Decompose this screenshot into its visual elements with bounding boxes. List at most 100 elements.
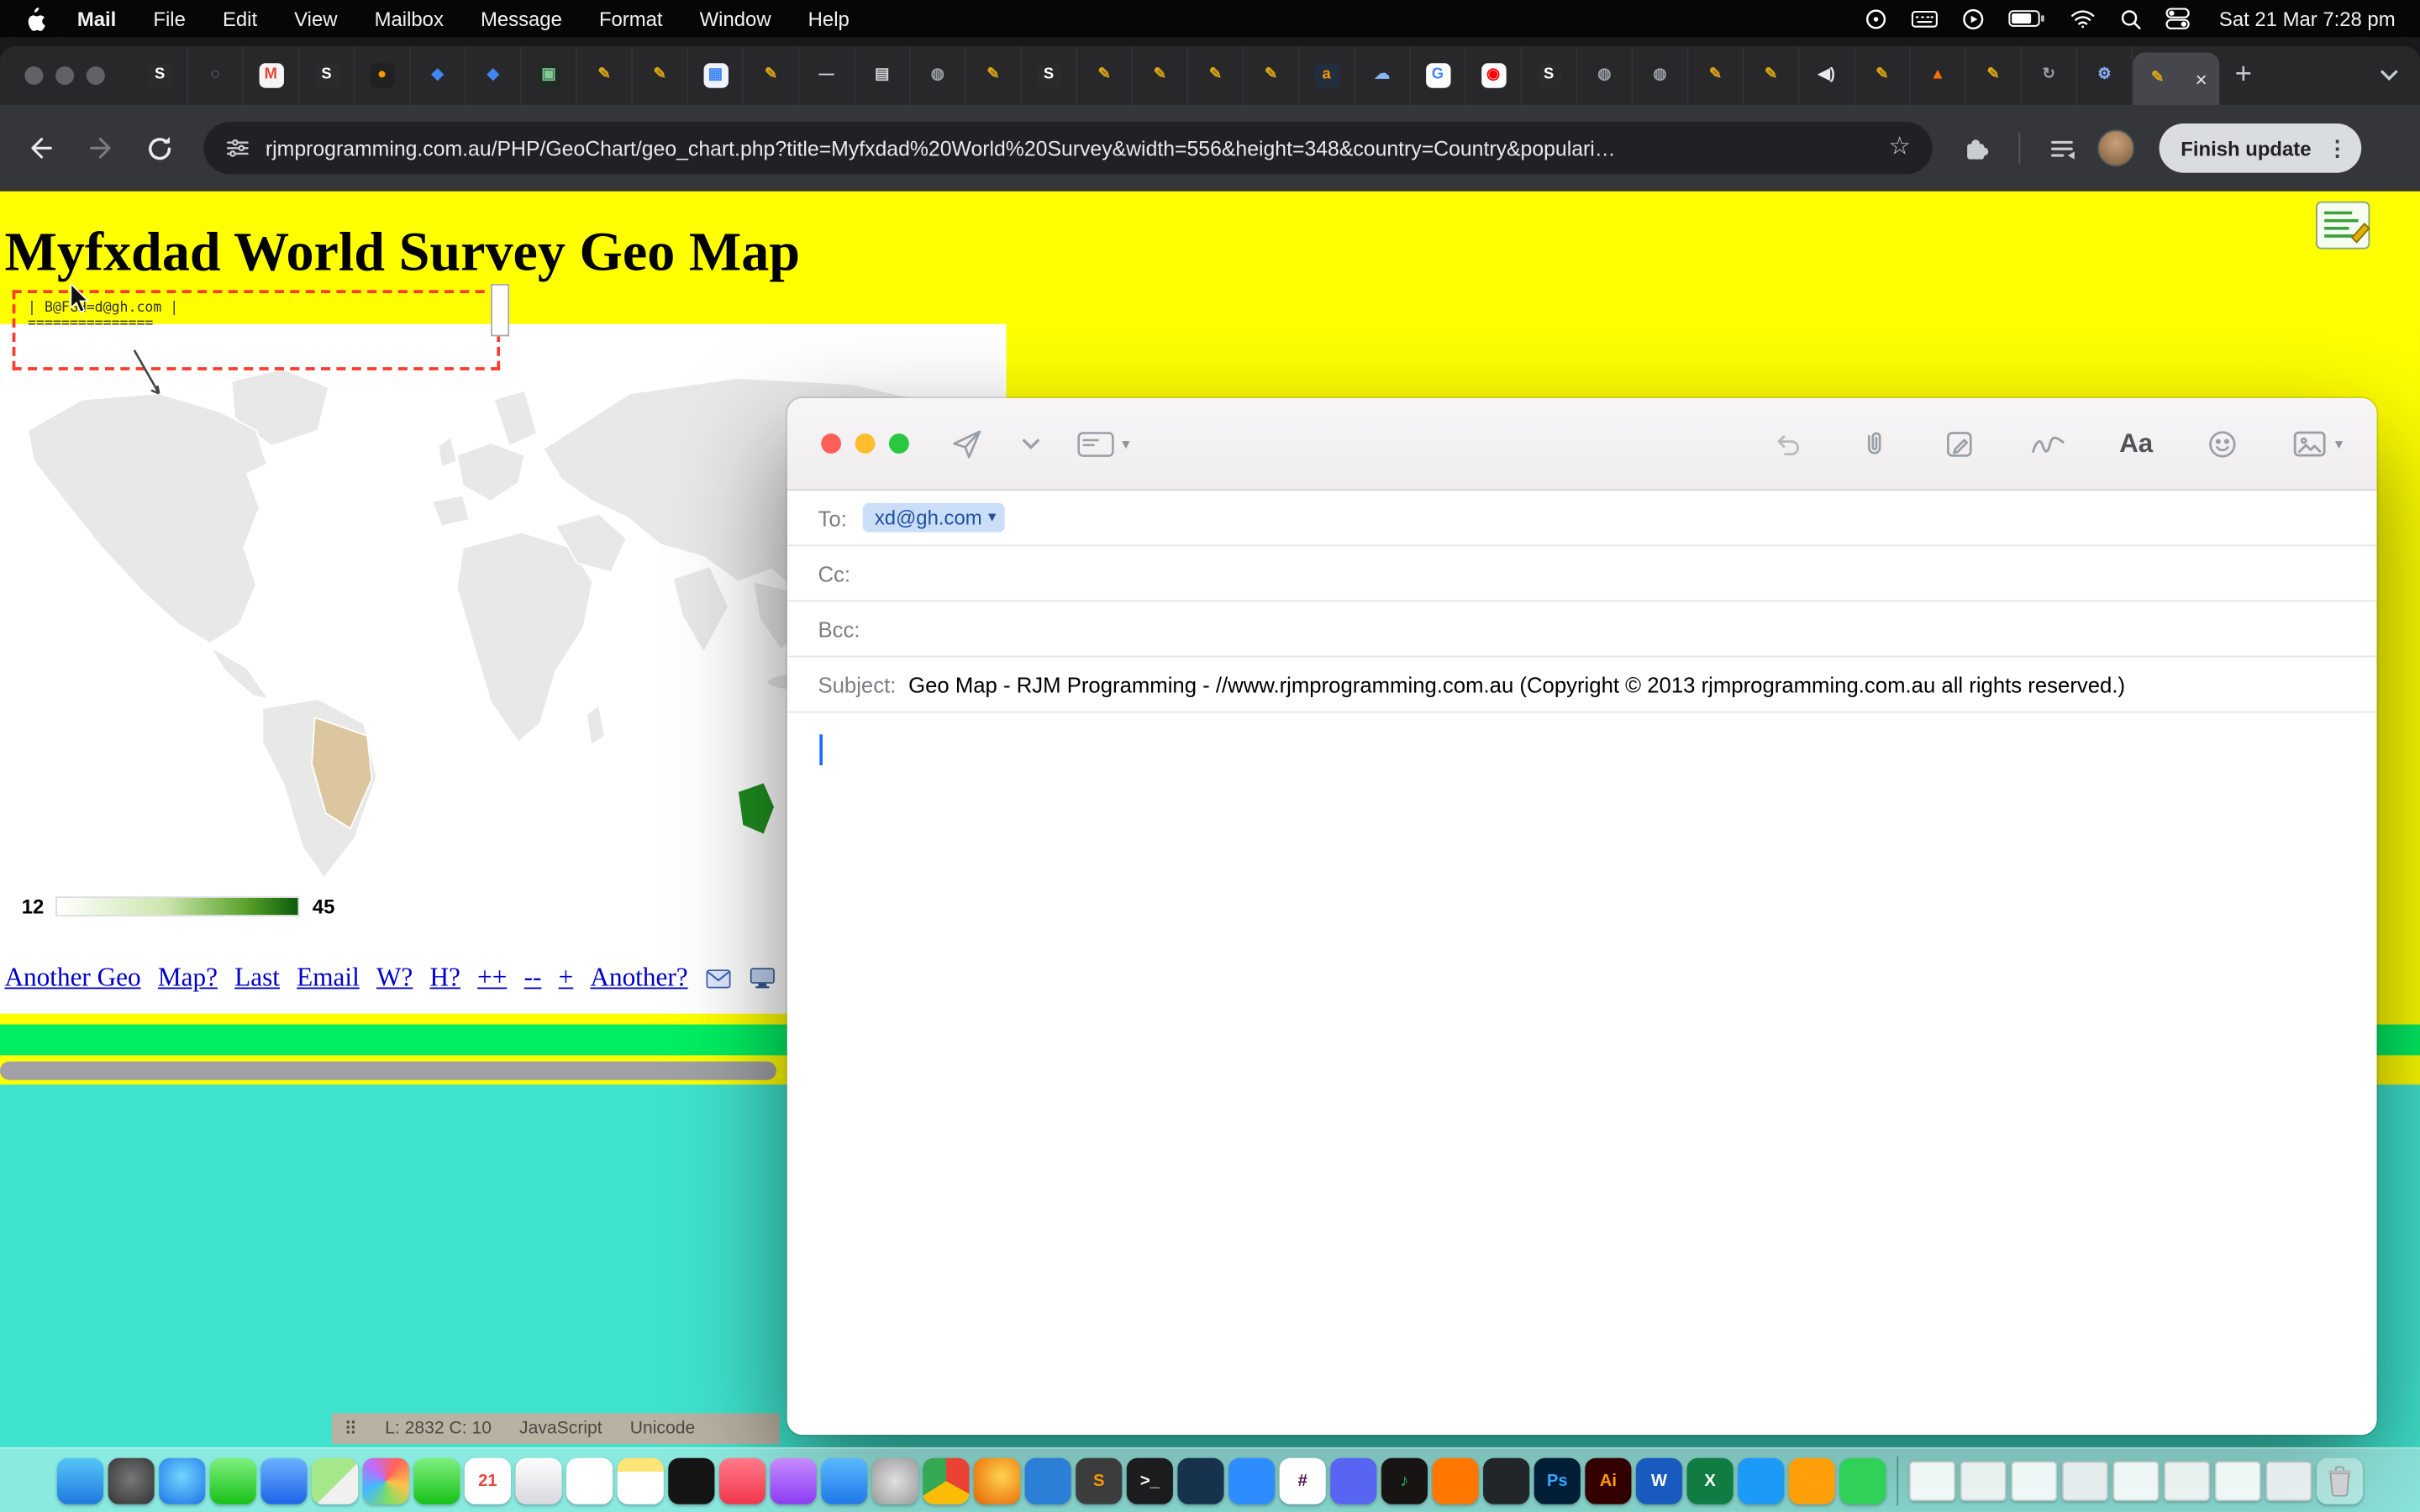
tooltip-scrollbar[interactable] (491, 284, 509, 336)
browser-tab[interactable]: ◆ (466, 46, 522, 105)
undo-icon[interactable] (1772, 429, 1806, 460)
dock-spotify-icon[interactable]: ♪ (1381, 1457, 1428, 1504)
dock-notes-icon[interactable] (618, 1457, 664, 1504)
to-field-row[interactable]: To: xd@gh.com ▾ (787, 491, 2377, 546)
apple-menu[interactable] (24, 5, 46, 31)
active-app-name[interactable]: Mail (77, 7, 116, 30)
reload-button[interactable] (136, 125, 182, 171)
format-button[interactable]: Aa (2119, 429, 2153, 460)
browser-tab[interactable]: ✎ (1244, 46, 1299, 105)
browser-tab[interactable]: ✎ (577, 46, 633, 105)
dock-settings-icon[interactable] (872, 1457, 918, 1504)
site-settings-icon[interactable] (225, 136, 250, 160)
forward-button[interactable] (77, 125, 124, 171)
window-controls-inactive[interactable] (24, 66, 105, 85)
new-tab-button[interactable]: + (2235, 59, 2252, 92)
dock-mail-icon[interactable] (260, 1457, 307, 1504)
dock-discord-icon[interactable] (1330, 1457, 1376, 1504)
browser-tab[interactable]: ☁ (1355, 46, 1411, 105)
computer-icon[interactable] (748, 968, 776, 990)
browser-tab[interactable]: ✎ (1855, 46, 1911, 105)
token-chevron-icon[interactable]: ▾ (988, 509, 996, 526)
browser-tab[interactable]: ◌ (188, 46, 244, 105)
browser-tab[interactable]: S (1022, 46, 1077, 105)
cc-field-row[interactable]: Cc: (787, 546, 2377, 601)
control-center-icon[interactable] (2165, 6, 2190, 30)
photo-browser-icon[interactable]: ▾ (2291, 429, 2343, 460)
tab-close-icon[interactable]: × (2196, 69, 2207, 89)
dock-vscode-icon[interactable] (1025, 1457, 1071, 1504)
profile-avatar[interactable] (2097, 129, 2134, 166)
browser-tab[interactable]: ◍ (1633, 46, 1688, 105)
dock-photos-icon[interactable] (363, 1457, 409, 1504)
minimized-window-tile[interactable] (2164, 1460, 2210, 1500)
dock-safari-icon[interactable] (159, 1457, 205, 1504)
browser-tab[interactable]: ✎ (1688, 46, 1744, 105)
dock-zoom-icon[interactable] (1228, 1457, 1275, 1504)
bookmark-star-icon[interactable]: ☆ (1889, 136, 1911, 160)
page-link[interactable]: Map? (158, 963, 218, 994)
address-bar[interactable]: rjmprogramming.com.au/PHP/GeoChart/geo_c… (203, 122, 1932, 174)
minimized-window-tile[interactable] (2112, 1460, 2159, 1500)
back-button[interactable] (18, 125, 65, 171)
browser-tab[interactable]: S (133, 46, 188, 105)
browser-tab[interactable]: ✎ (1966, 46, 2022, 105)
finish-update-button[interactable]: Finish update ⋮ (2160, 123, 2361, 173)
browser-tab[interactable]: S (299, 46, 355, 105)
browser-tab[interactable]: ✎ (966, 46, 1022, 105)
browser-tab[interactable]: G (1411, 46, 1466, 105)
menu-item[interactable]: Format (599, 7, 663, 30)
minimized-window-tile[interactable] (2215, 1460, 2261, 1500)
browser-tab[interactable]: a (1300, 46, 1355, 105)
page-link[interactable]: Email (297, 963, 360, 994)
page-link[interactable]: Another Geo (5, 963, 141, 994)
dock-music-icon[interactable] (719, 1457, 765, 1504)
browser-tab[interactable]: ◉ (1466, 46, 1522, 105)
dock-messages-icon[interactable] (210, 1457, 256, 1504)
browser-tab[interactable]: ▲ (1911, 46, 1966, 105)
page-link[interactable]: Another? (590, 963, 687, 994)
browser-tab[interactable]: M (244, 46, 299, 105)
browser-tab[interactable]: S (1522, 46, 1577, 105)
page-link[interactable]: -- (524, 963, 542, 994)
dock-numbers-icon[interactable] (1839, 1457, 1886, 1504)
menu-item[interactable]: Window (700, 7, 771, 30)
menu-item[interactable]: Help (808, 7, 850, 30)
active-browser-tab[interactable]: ✎ × (2133, 52, 2219, 104)
browser-menu-kebab-icon[interactable]: ⋮ (2327, 135, 2349, 161)
browser-tab[interactable]: ✎ (1077, 46, 1133, 105)
status-app-icon[interactable] (1864, 7, 1887, 30)
extensions-icon[interactable] (1954, 125, 2000, 171)
menu-item[interactable]: Mailbox (375, 7, 444, 30)
keyboard-icon[interactable] (1911, 8, 1939, 29)
browser-tab[interactable]: ◍ (1577, 46, 1633, 105)
compose-note-icon[interactable] (1944, 428, 1977, 461)
send-button[interactable] (950, 428, 985, 461)
map-country-highlight-green[interactable] (738, 782, 775, 834)
menu-item[interactable]: Message (481, 7, 562, 30)
page-gadget-icon[interactable] (2315, 201, 2370, 250)
dock-keynote-icon[interactable] (1738, 1457, 1784, 1504)
page-link[interactable]: W? (376, 963, 413, 994)
recipient-token[interactable]: xd@gh.com ▾ (862, 503, 1005, 533)
dock-tv-icon[interactable] (668, 1457, 714, 1504)
page-link[interactable]: + (559, 963, 574, 994)
email-icon[interactable] (705, 969, 731, 989)
dock-iterm-icon[interactable] (1177, 1457, 1223, 1504)
minimize-window-button[interactable] (855, 433, 876, 454)
dock-facetime-icon[interactable] (413, 1457, 460, 1504)
minimized-window-tile[interactable] (2062, 1460, 2108, 1500)
browser-tab[interactable]: ▦ (688, 46, 744, 105)
attachment-icon[interactable] (1859, 428, 1891, 461)
dock-pages-icon[interactable] (1789, 1457, 1835, 1504)
media-queue-icon[interactable] (2039, 125, 2085, 171)
dock-vlc-icon[interactable] (1432, 1457, 1478, 1504)
dock-obs-icon[interactable] (1483, 1457, 1529, 1504)
dock-trash-icon[interactable] (2317, 1457, 2363, 1504)
browser-tab[interactable]: ◍ (911, 46, 966, 105)
page-link[interactable]: ++ (477, 963, 507, 994)
emoji-picker-icon[interactable] (2206, 428, 2239, 461)
wifi-icon[interactable] (2070, 8, 2096, 29)
browser-tab[interactable]: — (799, 46, 855, 105)
dock-appstore-icon[interactable] (821, 1457, 867, 1504)
